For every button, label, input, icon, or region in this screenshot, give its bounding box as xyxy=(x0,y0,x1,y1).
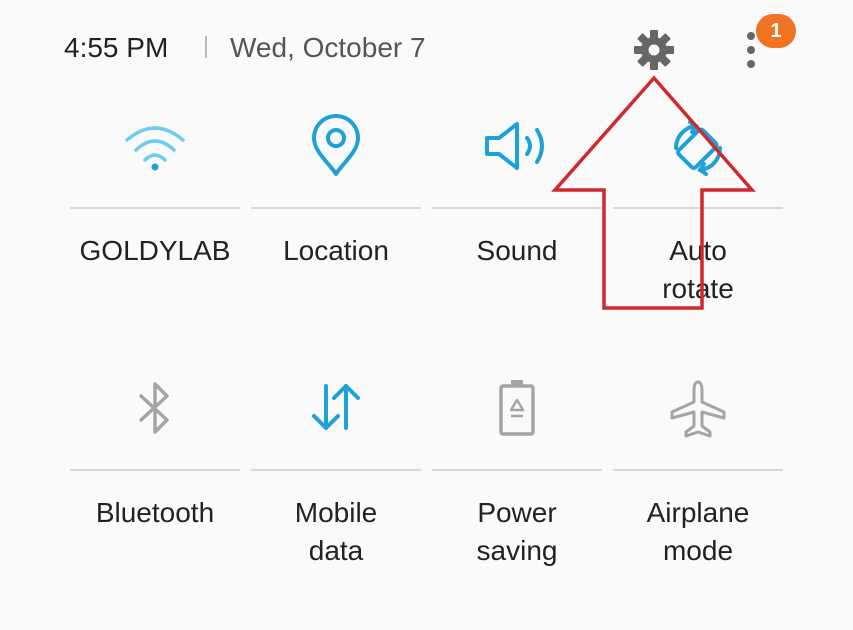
tile-divider xyxy=(251,469,421,471)
mobile-data-icon xyxy=(312,384,360,430)
tile-label: Bluetooth xyxy=(95,497,215,528)
wifi-icon xyxy=(125,126,185,171)
location-icon xyxy=(312,114,360,176)
notification-badge: 1 xyxy=(756,14,796,48)
tile-divider xyxy=(432,207,602,209)
tile-divider xyxy=(70,207,240,209)
tile-label: GOLDYLAB xyxy=(79,235,231,266)
tile-divider xyxy=(613,207,783,209)
tile-label: Power saving xyxy=(476,497,558,566)
gear-icon[interactable] xyxy=(630,26,678,74)
bluetooth-icon xyxy=(139,382,169,434)
status-header: 4:55 PM Wed, October 7 1 xyxy=(0,0,853,100)
tile-label: Auto rotate xyxy=(662,235,734,304)
power-saving-icon xyxy=(499,380,535,436)
airplane-icon xyxy=(670,380,726,438)
tile-divider xyxy=(70,469,240,471)
tile-label: Sound xyxy=(476,235,558,266)
quick-settings-panel: 4:55 PM Wed, October 7 1 GOLDYLAB Locati… xyxy=(0,0,853,630)
date: Wed, October 7 xyxy=(230,32,426,63)
tile-divider xyxy=(432,469,602,471)
clock: 4:55 PM xyxy=(64,32,169,63)
auto-rotate-icon xyxy=(673,120,723,176)
tile-divider xyxy=(251,207,421,209)
header-separator xyxy=(205,36,207,58)
tile-divider xyxy=(613,469,783,471)
tile-label: Location xyxy=(283,235,389,266)
tile-label: Mobile data xyxy=(294,497,378,566)
sound-icon xyxy=(485,122,544,170)
tile-label: Airplane mode xyxy=(646,497,750,566)
